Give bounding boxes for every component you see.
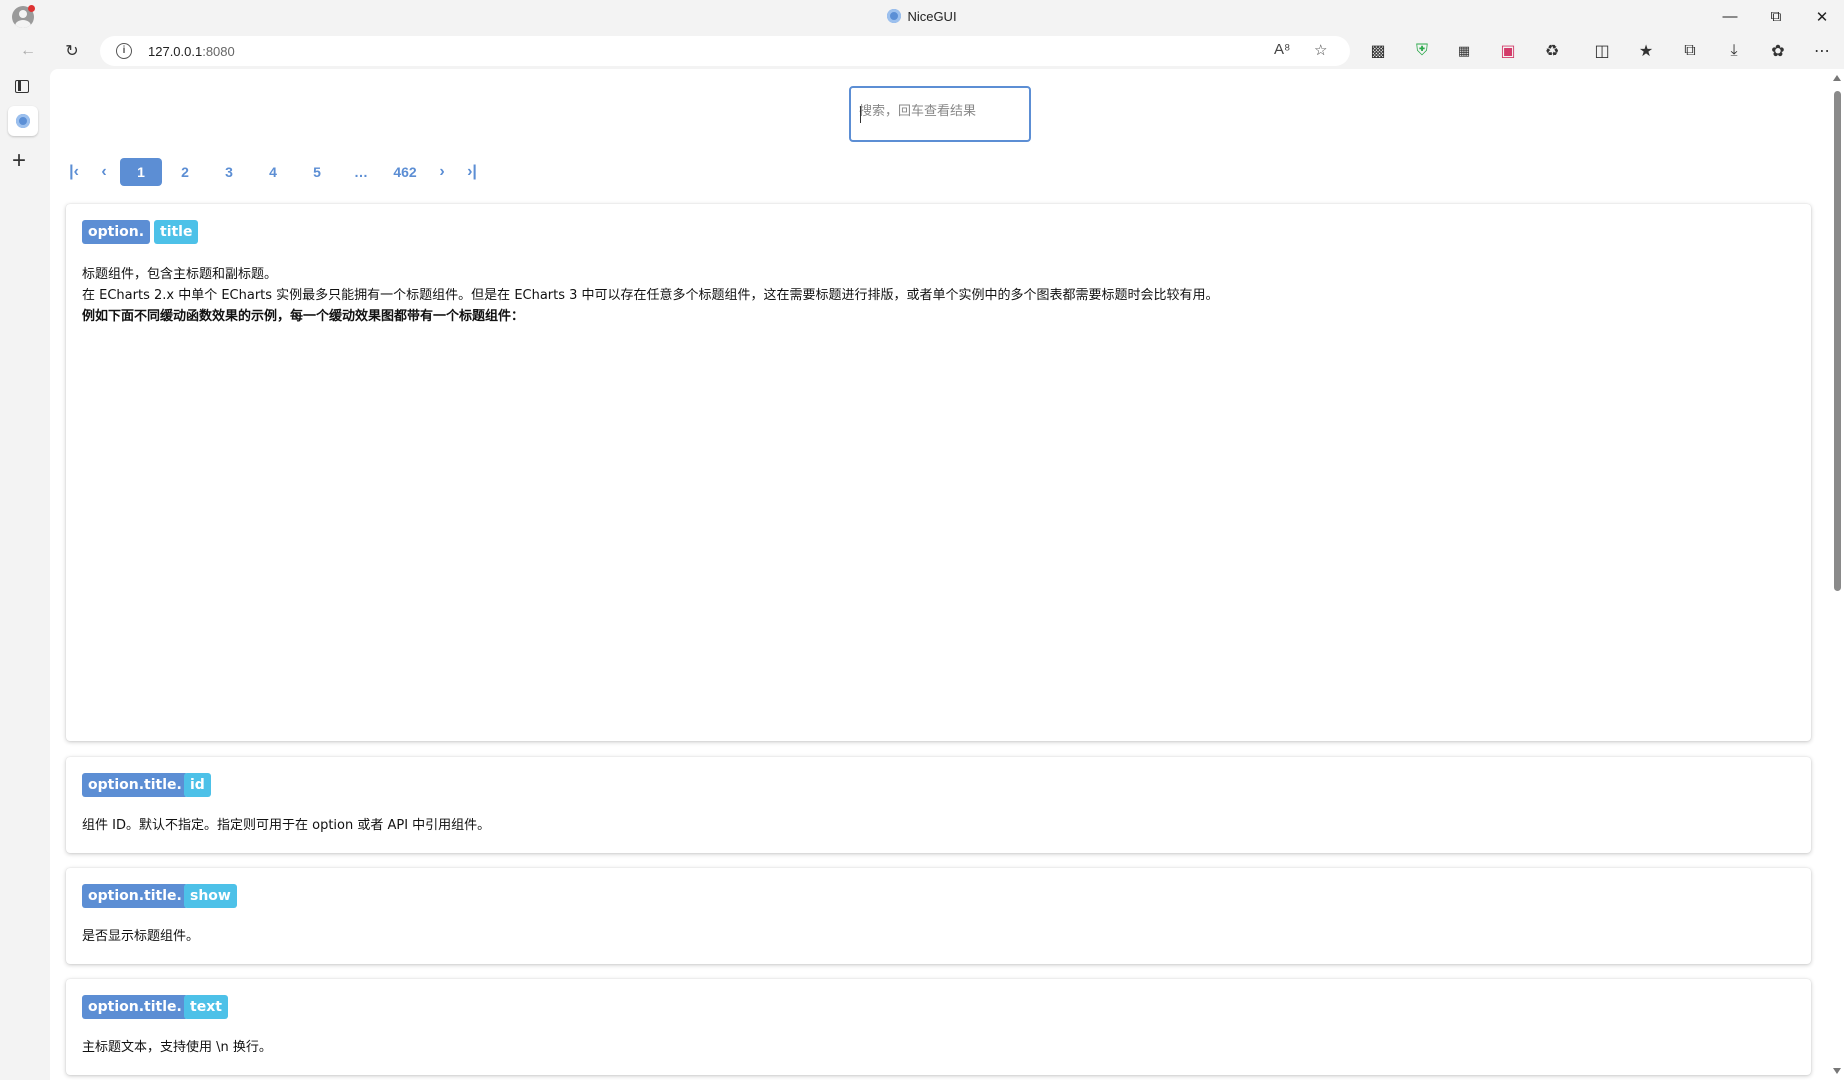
title-bar: NiceGUI — ⧉ ✕ bbox=[0, 0, 1844, 33]
tab-actions-icon[interactable] bbox=[15, 80, 29, 93]
card-description: 是否显示标题组件。 bbox=[82, 929, 200, 944]
path-badge[interactable]: option. bbox=[82, 220, 151, 244]
first-page-icon[interactable]: |‹ bbox=[60, 158, 88, 186]
scroll-thumb[interactable] bbox=[1834, 91, 1841, 591]
scroll-up-icon[interactable] bbox=[1833, 75, 1841, 81]
favorite-star-icon[interactable]: ☆ bbox=[1314, 41, 1327, 59]
close-icon[interactable]: ✕ bbox=[1800, 0, 1844, 33]
more-icon[interactable]: ⋯ bbox=[1810, 39, 1834, 63]
doc-card-id: option.title. id 组件 ID。默认不指定。指定则可用于在 opt… bbox=[66, 757, 1811, 853]
key-badge[interactable]: id bbox=[184, 773, 211, 797]
nicegui-favicon-icon bbox=[887, 9, 902, 23]
key-badge[interactable]: text bbox=[184, 995, 228, 1019]
card-description: 标题组件，包含主标题和副标题。 在 ECharts 2.x 中单个 EChart… bbox=[82, 264, 1219, 327]
qr-icon[interactable]: ▦ bbox=[1452, 39, 1476, 63]
download-icon[interactable]: ⤓ bbox=[1722, 39, 1746, 63]
page-button-last[interactable]: 462 bbox=[384, 158, 426, 186]
address-bar[interactable]: i 127.0.0.1:8080 A⁸ ☆ bbox=[100, 36, 1350, 66]
page-viewport: |‹ ‹ 1 2 3 4 5 … 462 › ›| option. title … bbox=[50, 69, 1844, 1080]
page-button-4[interactable]: 4 bbox=[252, 158, 294, 186]
pagination: |‹ ‹ 1 2 3 4 5 … 462 › ›| bbox=[60, 157, 488, 187]
search-input[interactable] bbox=[859, 104, 1019, 119]
next-page-icon[interactable]: › bbox=[428, 158, 456, 186]
shield-icon[interactable]: ⛨ bbox=[1410, 39, 1434, 63]
key-badge[interactable]: title bbox=[154, 220, 199, 244]
description-line: 例如下面不同缓动函数效果的示例，每一个缓动效果图都带有一个标题组件： bbox=[82, 309, 525, 324]
favorites-icon[interactable]: ★ bbox=[1634, 39, 1658, 63]
last-page-icon[interactable]: ›| bbox=[458, 158, 486, 186]
translate-icon[interactable]: ▣ bbox=[1496, 39, 1520, 63]
browser-toolbar: ← ↻ i 127.0.0.1:8080 A⁸ ☆ ▩ ⛨ ▦ ▣ ♻ ◫ ★ … bbox=[0, 33, 1844, 69]
path-badge[interactable]: option.title. bbox=[82, 884, 188, 908]
doc-card-title: option. title 标题组件，包含主标题和副标题。 在 ECharts … bbox=[66, 204, 1811, 741]
doc-card-show: option.title. show 是否显示标题组件。 bbox=[66, 868, 1811, 964]
page-button-3[interactable]: 3 bbox=[208, 158, 250, 186]
description-line: 标题组件，包含主标题和副标题。 bbox=[82, 267, 278, 282]
copilot-icon[interactable]: ✿ bbox=[1766, 39, 1790, 63]
vertical-tab-strip: + bbox=[0, 69, 46, 1080]
card-description: 组件 ID。默认不指定。指定则可用于在 option 或者 API 中引用组件。 bbox=[82, 818, 491, 833]
extension-icon[interactable]: ▩ bbox=[1366, 39, 1390, 63]
page-button-2[interactable]: 2 bbox=[164, 158, 206, 186]
nicegui-favicon-icon bbox=[16, 114, 30, 128]
page-scrollbar[interactable] bbox=[1830, 69, 1844, 1080]
scroll-down-icon[interactable] bbox=[1833, 1068, 1841, 1074]
description-line: 在 ECharts 2.x 中单个 ECharts 实例最多只能拥有一个标题组件… bbox=[82, 288, 1219, 303]
split-screen-icon[interactable]: ◫ bbox=[1590, 39, 1614, 63]
prev-page-icon[interactable]: ‹ bbox=[90, 158, 118, 186]
restore-icon[interactable]: ⧉ bbox=[1754, 0, 1798, 33]
read-aloud-icon[interactable]: A⁸ bbox=[1274, 41, 1290, 58]
new-tab-plus-icon[interactable]: + bbox=[12, 149, 26, 173]
card-description: 主标题文本，支持使用 \n 换行。 bbox=[82, 1040, 272, 1055]
path-badge[interactable]: option.title. bbox=[82, 995, 188, 1019]
page-button-5[interactable]: 5 bbox=[296, 158, 338, 186]
page-ellipsis[interactable]: … bbox=[340, 158, 382, 186]
minimize-icon[interactable]: — bbox=[1708, 0, 1752, 33]
text-caret bbox=[860, 106, 861, 123]
info-icon[interactable]: i bbox=[116, 43, 132, 59]
url-text[interactable]: 127.0.0.1:8080 bbox=[148, 44, 235, 59]
doc-card-text: option.title. text 主标题文本，支持使用 \n 换行。 bbox=[66, 979, 1811, 1075]
window-title: NiceGUI bbox=[0, 9, 1844, 24]
path-badge[interactable]: option.title. bbox=[82, 773, 188, 797]
page-button-1[interactable]: 1 bbox=[120, 158, 162, 186]
search-box[interactable] bbox=[849, 86, 1031, 142]
key-badge[interactable]: show bbox=[184, 884, 237, 908]
puzzle-icon[interactable]: ♻ bbox=[1540, 39, 1564, 63]
refresh-icon[interactable]: ↻ bbox=[60, 39, 84, 63]
collections-icon[interactable]: ⧉ bbox=[1678, 39, 1702, 63]
tab-nicegui[interactable] bbox=[8, 106, 38, 136]
back-icon[interactable]: ← bbox=[16, 39, 40, 63]
